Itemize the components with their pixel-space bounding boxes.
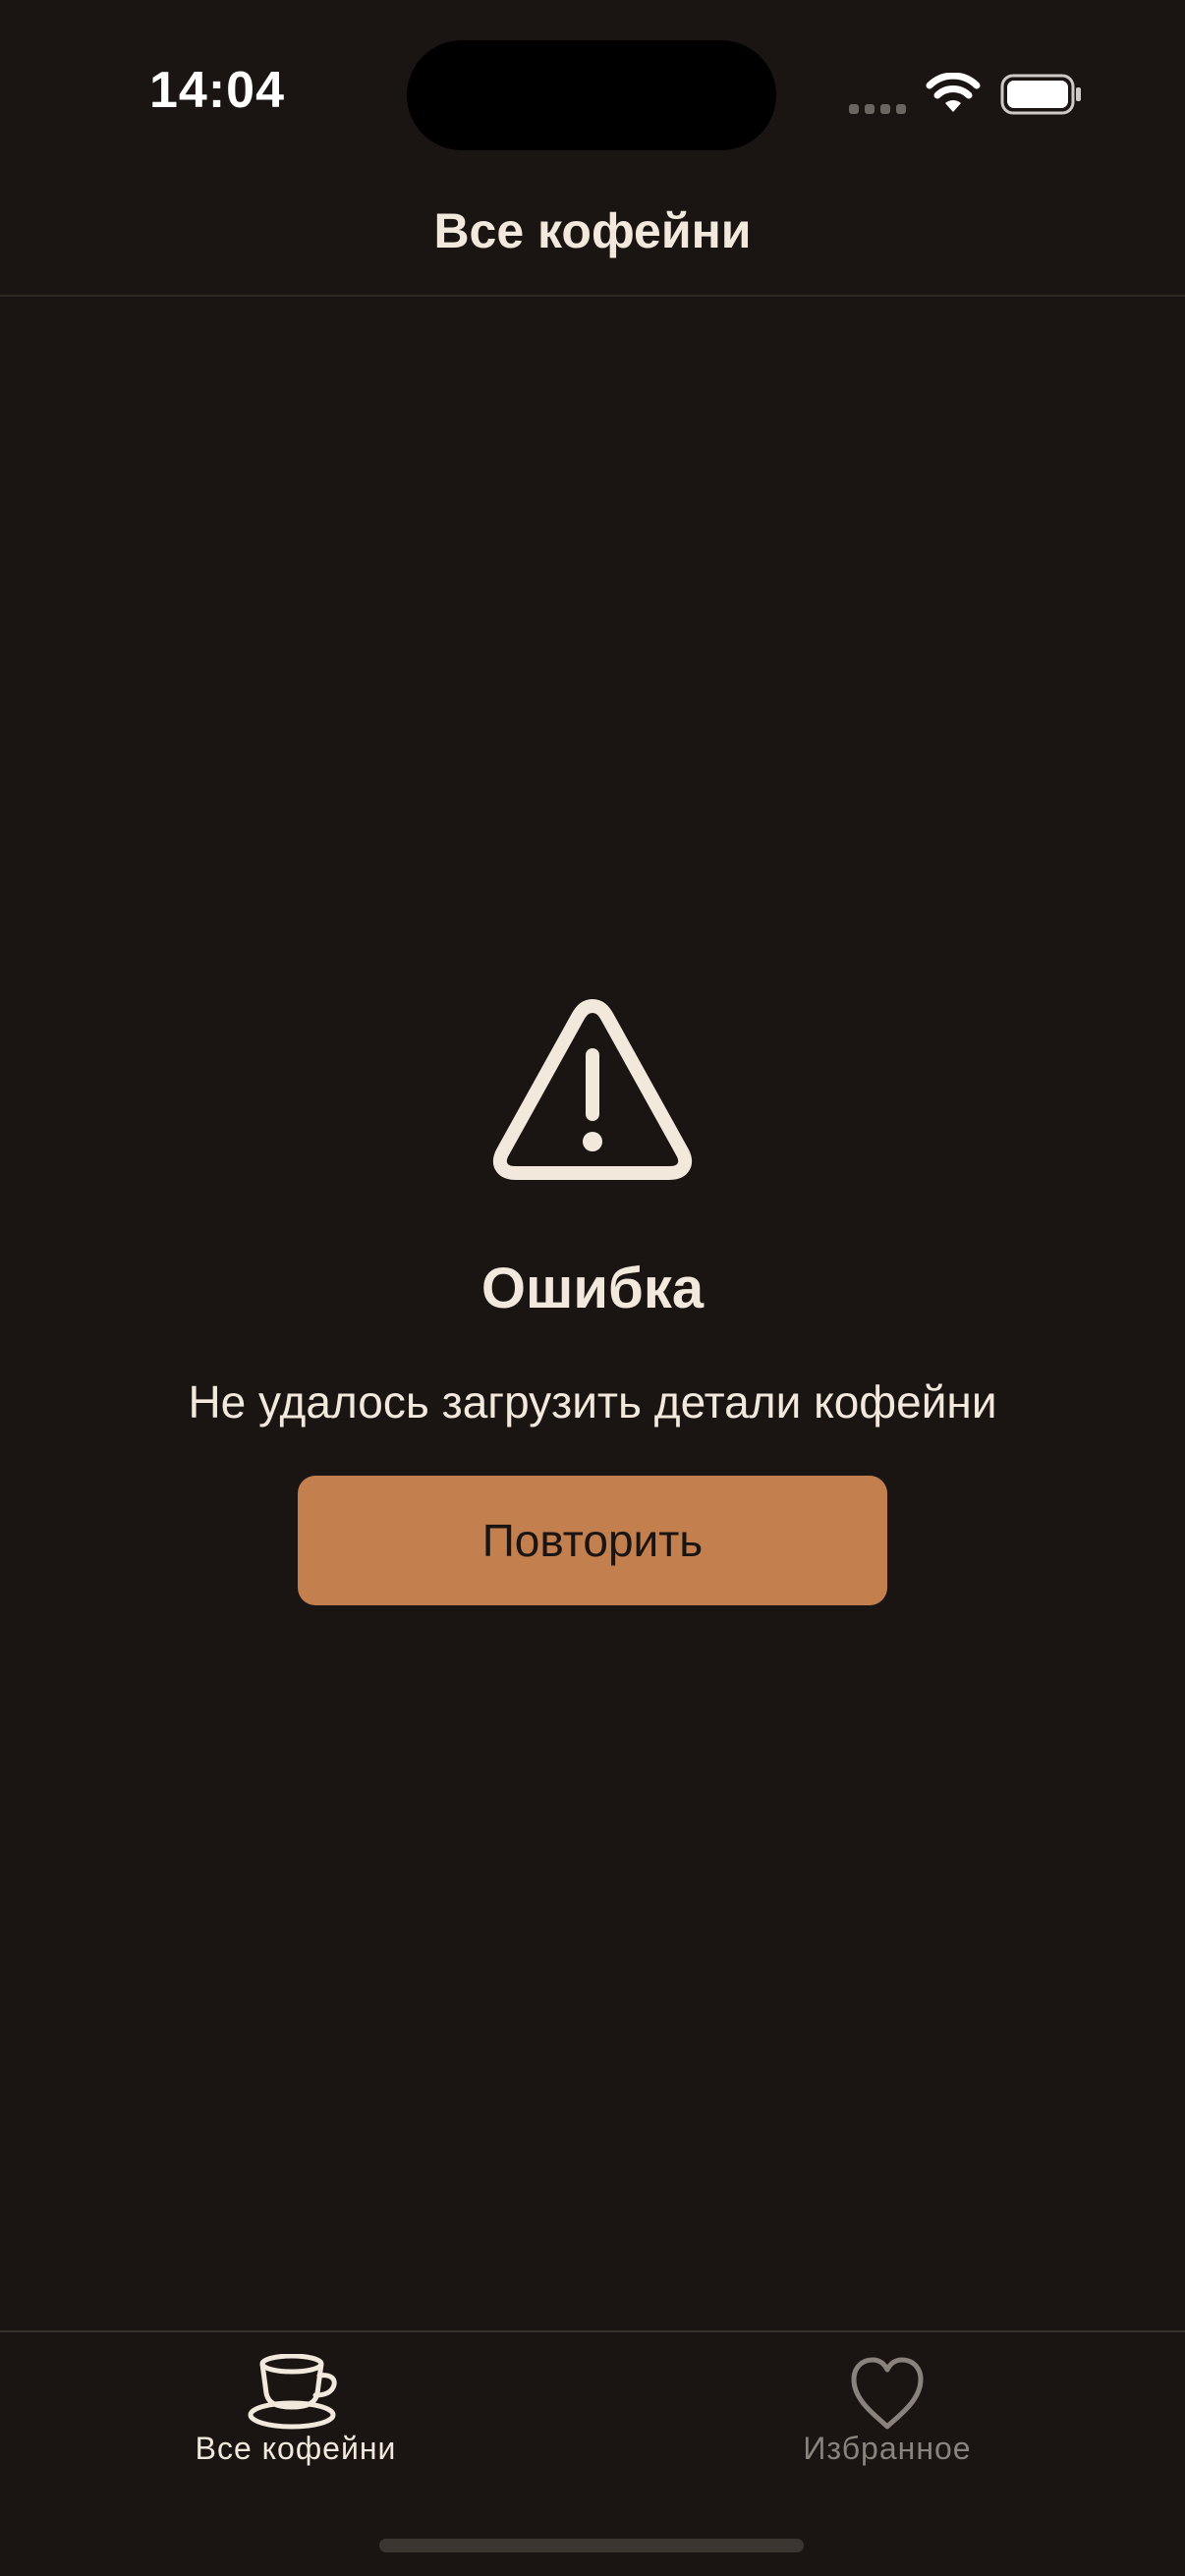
tab-favorites[interactable]: Избранное: [691, 2338, 1084, 2486]
coffee-cup-icon: [248, 2354, 337, 2430]
error-message: Не удалось загрузить детали кофейни: [188, 1376, 997, 1428]
tab-label: Избранное: [803, 2431, 972, 2466]
home-indicator[interactable]: [379, 2539, 804, 2552]
cellular-signal-icon: [849, 104, 906, 114]
status-time: 14:04: [149, 62, 285, 119]
status-bar: 14:04: [0, 0, 1185, 196]
retry-button[interactable]: Повторить: [298, 1476, 887, 1605]
heart-icon: [851, 2357, 924, 2430]
battery-icon: [1000, 74, 1081, 115]
tab-all-coffee-shops[interactable]: Все кофейни: [99, 2338, 492, 2486]
nav-divider: [0, 295, 1185, 297]
dynamic-island: [407, 40, 776, 150]
error-title: Ошибка: [480, 1257, 705, 1320]
page-title: Все кофейни: [433, 203, 752, 258]
wifi-icon: [926, 73, 981, 112]
warning-triangle-icon: [492, 999, 693, 1180]
tab-label: Все кофейни: [195, 2431, 397, 2466]
tab-bar-divider: [0, 2330, 1185, 2332]
